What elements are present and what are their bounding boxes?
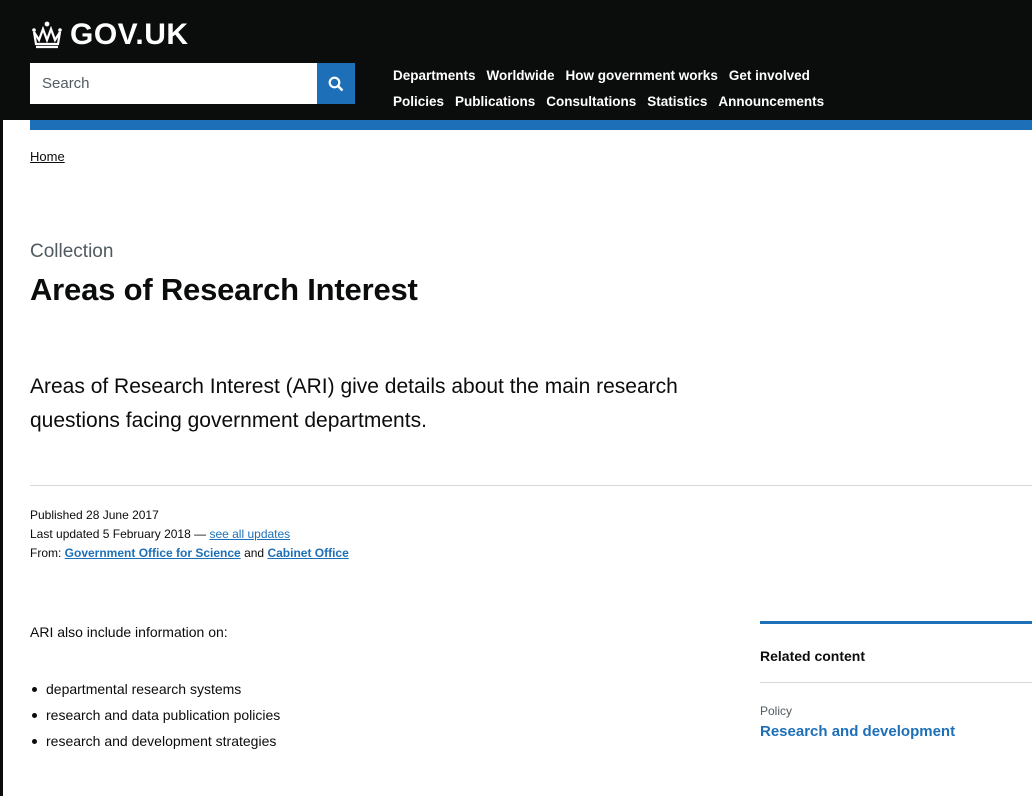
crown-icon: [32, 21, 62, 49]
related-divider: [760, 682, 1032, 683]
related-link-research-and-development[interactable]: Research and development: [760, 723, 1032, 740]
search-icon: [328, 76, 344, 91]
header-blue-stripe: [30, 120, 1032, 130]
lead-paragraph: Areas of Research Interest (ARI) give de…: [30, 375, 678, 432]
last-updated-text: Last updated 5 February 2018 —: [30, 527, 210, 541]
see-all-updates-link[interactable]: see all updates: [209, 527, 290, 541]
related-heading: Related content: [760, 648, 866, 664]
search-input[interactable]: [30, 63, 318, 104]
main-navigation: Departments Worldwide How government wor…: [393, 63, 824, 115]
breadcrumb: Home: [30, 149, 65, 164]
nav-row-2: Policies Publications Consultations Stat…: [393, 89, 824, 115]
list-item: departmental research systems: [30, 676, 280, 702]
published-date: Published 28 June 2017: [30, 508, 159, 522]
search-button[interactable]: [317, 63, 355, 104]
nav-statistics[interactable]: Statistics: [647, 89, 707, 115]
window-left-edge: [0, 0, 3, 796]
search-form: [30, 63, 355, 104]
site-header: GOV.UK Departments Worldwide How governm…: [0, 0, 1032, 120]
publication-metadata: Published 28 June 2017 Last updated 5 Fe…: [30, 506, 349, 563]
nav-get-involved[interactable]: Get involved: [729, 63, 810, 89]
breadcrumb-home-link[interactable]: Home: [30, 149, 65, 164]
nav-how-government-works[interactable]: How government works: [566, 63, 718, 89]
logo-text: GOV.UK: [70, 18, 189, 51]
body-bullet-list: departmental research systems research a…: [30, 676, 280, 754]
page-title: Areas of Research Interest: [30, 272, 418, 307]
last-updated: Last updated 5 February 2018 — see all u…: [30, 525, 349, 544]
body-intro: ARI also include information on:: [30, 624, 228, 640]
from-label: From:: [30, 546, 65, 560]
related-content-panel: Related content Policy Research and deve…: [760, 621, 1032, 740]
from-organisations: From: Government Office for Science and …: [30, 544, 349, 563]
and-text: and: [240, 546, 268, 560]
org-link-government-office-for-science[interactable]: Government Office for Science: [65, 546, 241, 560]
nav-worldwide[interactable]: Worldwide: [487, 63, 555, 89]
org-link-cabinet-office[interactable]: Cabinet Office: [267, 546, 348, 560]
nav-departments[interactable]: Departments: [393, 63, 476, 89]
nav-policies[interactable]: Policies: [393, 89, 444, 115]
list-item: research and data publication policies: [30, 702, 280, 728]
related-type-label: Policy: [760, 704, 793, 718]
page-caption: Collection: [30, 241, 114, 262]
metadata-divider: [30, 485, 1032, 486]
nav-consultations[interactable]: Consultations: [546, 89, 636, 115]
nav-announcements[interactable]: Announcements: [718, 89, 824, 115]
nav-publications[interactable]: Publications: [455, 89, 535, 115]
list-item: research and development strategies: [30, 728, 280, 754]
govuk-logo-link[interactable]: GOV.UK: [30, 18, 189, 52]
nav-row-1: Departments Worldwide How government wor…: [393, 63, 824, 89]
